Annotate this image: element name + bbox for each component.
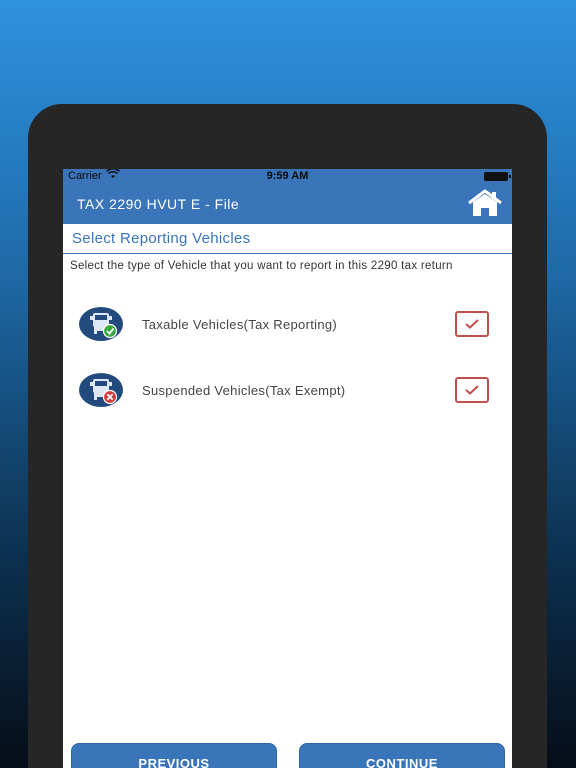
footer: PREVIOUS CONTINUE (63, 723, 512, 768)
vehicle-row-suspended[interactable]: Suspended Vehicles(Tax Exempt) (63, 357, 512, 423)
nav-bar: TAX 2290 HVUT E - File (63, 184, 512, 224)
section-title: Select Reporting Vehicles (72, 230, 251, 247)
status-bar: Carrier 9:59 AM (63, 169, 512, 184)
status-time: 9:59 AM (266, 170, 309, 182)
battery-icon (484, 172, 511, 181)
previous-button[interactable]: PREVIOUS (71, 743, 277, 768)
vehicle-label-suspended: Suspended Vehicles(Tax Exempt) (142, 382, 346, 398)
continue-button[interactable]: CONTINUE (299, 743, 505, 768)
nav-title: TAX 2290 HVUT E - File (77, 196, 240, 212)
vehicle-label-taxable: Taxable Vehicles(Tax Reporting) (142, 316, 338, 332)
home-icon (468, 189, 502, 216)
checkbox-taxable[interactable] (455, 311, 489, 337)
check-icon (465, 319, 479, 329)
checkbox-suspended[interactable] (455, 377, 489, 403)
app-screen: Carrier 9:59 AM TAX 2290 HVUT E - File S… (63, 169, 512, 768)
truck-check-icon (79, 307, 123, 341)
home-button[interactable] (466, 188, 504, 218)
section-header: Select Reporting Vehicles (63, 224, 512, 254)
check-icon (465, 385, 479, 395)
vehicle-row-taxable[interactable]: Taxable Vehicles(Tax Reporting) (63, 291, 512, 357)
vehicle-list: Taxable Vehicles(Tax Reporting) Suspende… (63, 291, 512, 423)
instruction-text: Select the type of Vehicle that you want… (70, 260, 453, 272)
truck-x-icon (79, 373, 123, 407)
